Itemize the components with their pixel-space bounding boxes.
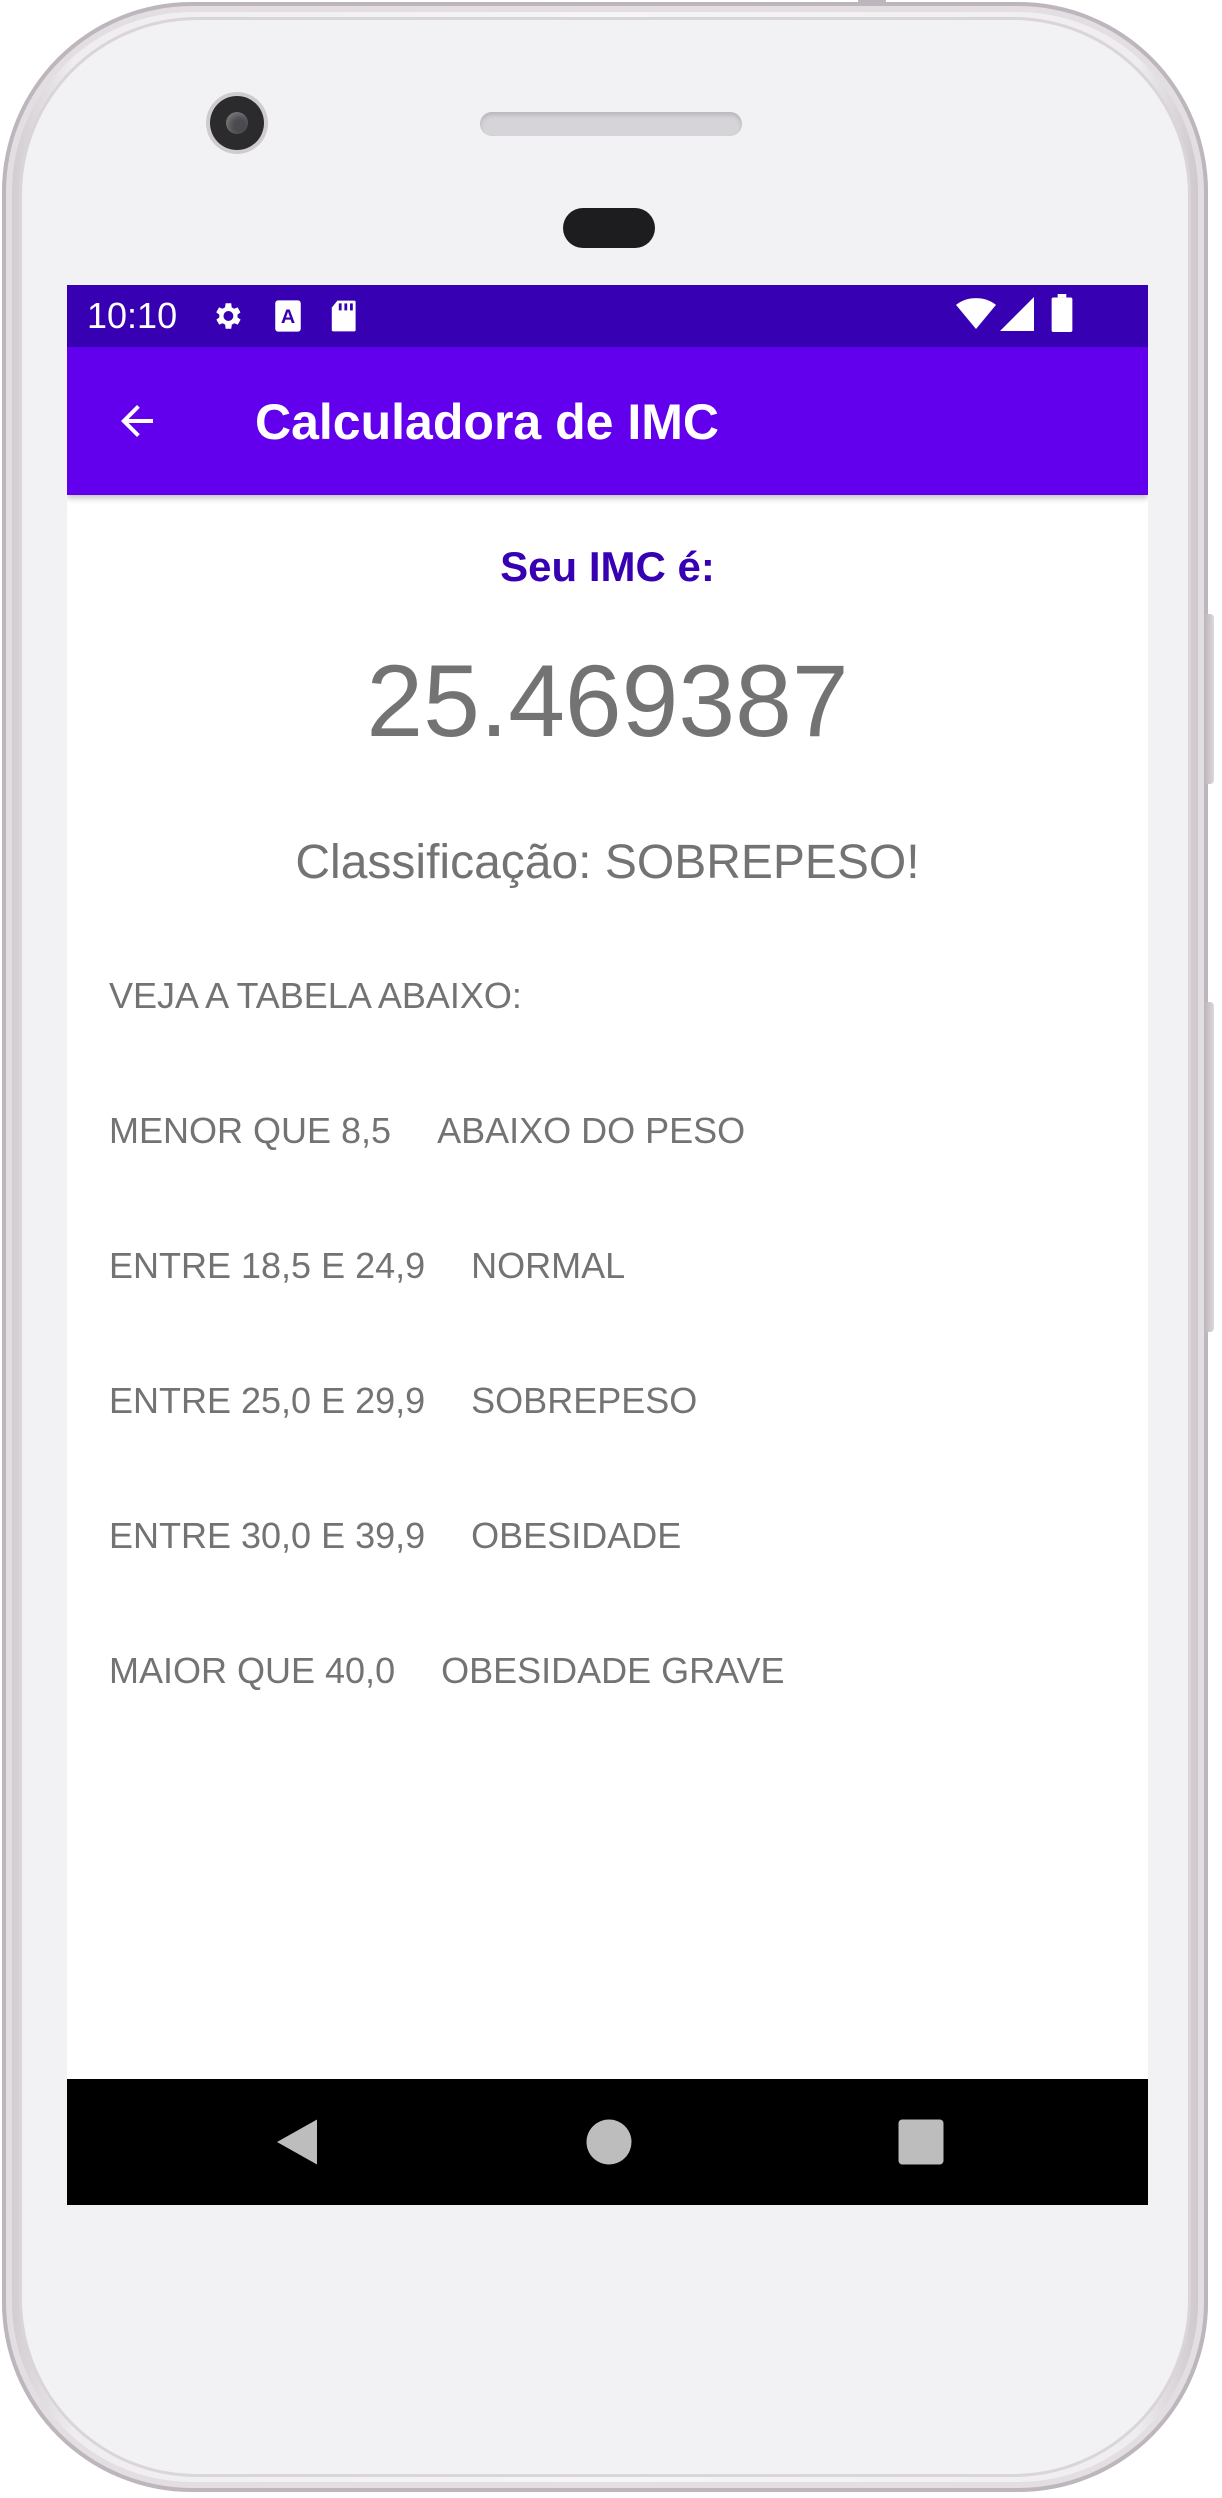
row-category: SOBREPESO	[471, 1380, 698, 1421]
arrow-left-icon	[121, 405, 153, 437]
phone-frame: 10:10 A Calculadora de IMC Seu IMC é: 25…	[2, 0, 1214, 2492]
nav-recents-button[interactable]	[896, 2117, 946, 2167]
back-button[interactable]	[107, 391, 167, 451]
imc-label: Seu IMC é:	[500, 543, 715, 590]
phone-top-button	[858, 0, 886, 6]
volume-button	[1204, 1002, 1214, 1332]
row-category: OBESIDADE	[471, 1515, 682, 1556]
table-row: MENOR QUE 8,5 ABAIXO DO PESO	[109, 1110, 745, 1152]
back-triangle-icon	[277, 2119, 317, 2165]
table-row: ENTRE 30,0 E 39,9 OBESIDADE	[109, 1515, 681, 1557]
row-range: ENTRE 18,5 E 24,9	[109, 1245, 426, 1286]
row-range: MAIOR QUE 40,0	[109, 1650, 396, 1691]
table-row: MAIOR QUE 40,0 OBESIDADE GRAVE	[109, 1650, 785, 1692]
classification-text: Classificação: SOBREPESO!	[295, 836, 920, 889]
nav-back-button[interactable]	[272, 2117, 322, 2167]
table-row: ENTRE 25,0 E 29,9 SOBREPESO	[109, 1380, 697, 1422]
row-range: ENTRE 25,0 E 29,9	[109, 1380, 426, 1421]
earpiece-speaker	[480, 112, 742, 136]
app-bar: Calculadora de IMC	[67, 347, 1148, 495]
front-camera	[210, 96, 264, 150]
system-nav-bar	[67, 2079, 1148, 2205]
text-a-icon: A	[273, 299, 303, 338]
svg-text:A: A	[281, 306, 295, 328]
row-range: MENOR QUE 8,5	[109, 1110, 392, 1151]
nav-home-button[interactable]	[584, 2117, 634, 2167]
wifi-icon	[956, 297, 996, 336]
row-range: ENTRE 30,0 E 39,9	[109, 1515, 426, 1556]
app-title: Calculadora de IMC	[255, 394, 719, 450]
screen: 10:10 A Calculadora de IMC Seu IMC é: 25…	[67, 285, 1148, 2205]
battery-icon	[1051, 294, 1073, 337]
status-bar: 10:10 A	[67, 285, 1148, 347]
home-circle-icon	[586, 2119, 632, 2165]
signal-icon	[1000, 297, 1034, 336]
sd-card-icon	[329, 299, 357, 338]
row-category: NORMAL	[471, 1245, 626, 1286]
imc-value: 25.469387	[366, 644, 849, 758]
gear-icon	[210, 299, 244, 338]
table-row: ENTRE 18,5 E 24,9 NORMAL	[109, 1245, 625, 1287]
recents-square-icon	[898, 2119, 944, 2165]
power-button	[1204, 614, 1214, 784]
proximity-sensor	[563, 208, 655, 248]
row-category: OBESIDADE GRAVE	[441, 1650, 785, 1691]
table-title: VEJA A TABELA ABAIXO:	[109, 975, 522, 1016]
row-category: ABAIXO DO PESO	[437, 1110, 746, 1151]
status-time: 10:10	[87, 295, 178, 336]
